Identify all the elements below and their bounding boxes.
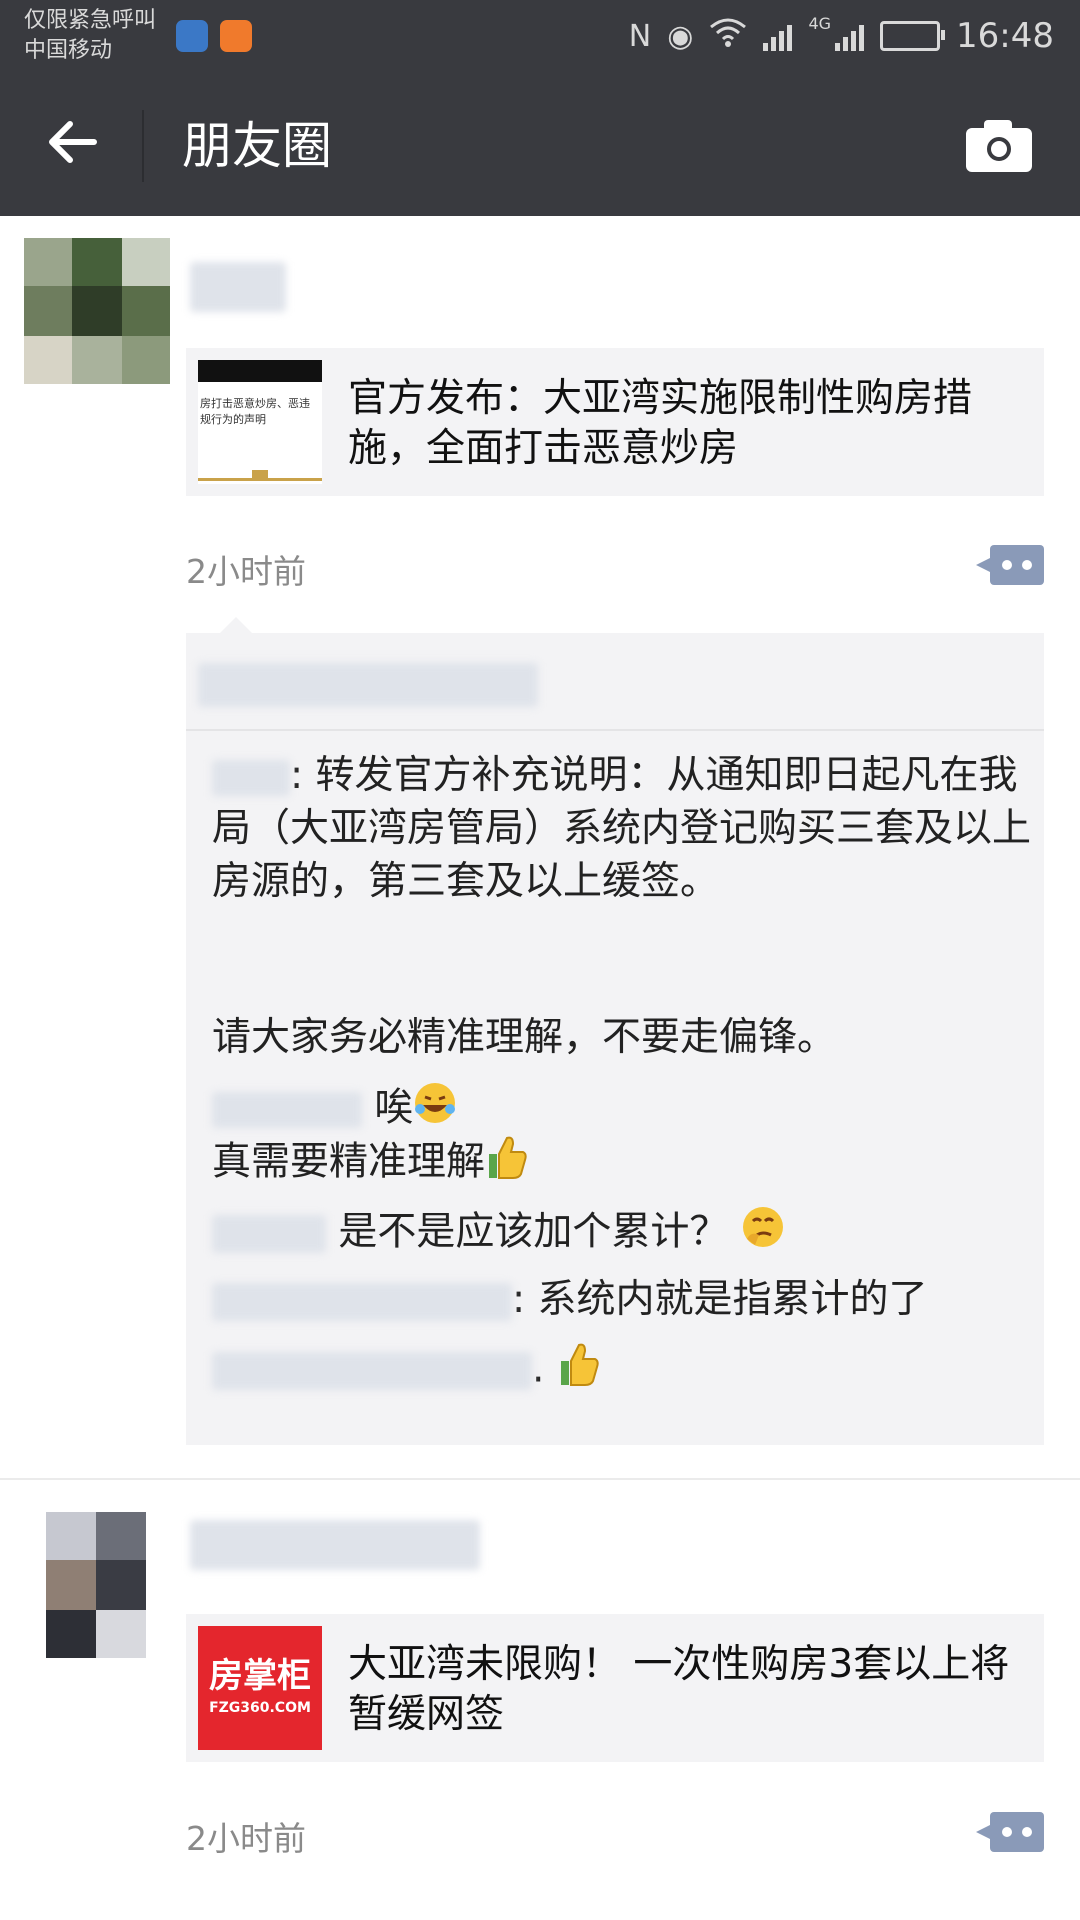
page-title: 朋友圈 xyxy=(182,117,332,175)
link-thumbnail: 房掌柜 FZG360.COM xyxy=(198,1626,322,1750)
comments-section: : 转发官方补充说明：从通知即日起凡在我局（大亚湾房管局）系统内登记购买三套及以… xyxy=(186,617,1044,1445)
link-card[interactable]: 房掌柜 FZG360.COM 大亚湾未限购！ 一次性购房3套以上将暂缓网签 xyxy=(186,1614,1044,1762)
wifi-icon xyxy=(709,17,747,55)
nav-bar: 朋友圈 xyxy=(0,76,1080,216)
more-icon[interactable] xyxy=(976,1812,1044,1852)
orange-app-icon xyxy=(220,20,252,52)
blurred-likes[interactable] xyxy=(198,663,538,707)
comment-item[interactable]: 真需要精准理解 xyxy=(212,1134,529,1194)
battery-icon xyxy=(880,21,946,51)
camera-icon[interactable] xyxy=(966,120,1032,172)
nav-separator xyxy=(142,110,144,182)
avatar[interactable] xyxy=(46,1512,146,1658)
link-title: 大亚湾未限购！ 一次性购房3套以上将暂缓网签 xyxy=(348,1642,1010,1737)
thumb-logo-domain: FZG360.COM xyxy=(209,1700,311,1716)
eye-icon: ◉ xyxy=(667,18,694,54)
blurred-username[interactable] xyxy=(190,262,286,312)
status-icons: N ◉ 4G 16:48 xyxy=(629,14,1054,58)
timestamp: 2小时前 xyxy=(186,1819,306,1858)
thumbs-up-icon xyxy=(557,1341,601,1401)
thumbs-up-icon xyxy=(485,1134,529,1194)
signal-icon-2 xyxy=(835,21,865,51)
shield-app-icon xyxy=(176,20,208,52)
comment-item[interactable]: 请大家务必精准理解，不要走偏锋。 xyxy=(212,1011,1032,1064)
carrier-info: 仅限紧急呼叫 中国移动 xyxy=(24,6,156,66)
more-icon[interactable] xyxy=(976,545,1044,585)
post-divider xyxy=(0,1478,1080,1480)
thumb-caption: 房打击恶意炒房、恶违规行为的声明 xyxy=(200,397,310,426)
thinking-face-icon xyxy=(741,1205,785,1263)
carrier-emergency: 仅限紧急呼叫 xyxy=(24,8,157,33)
comment-item[interactable]: . xyxy=(212,1341,601,1401)
comment-item[interactable]: 唉 xyxy=(212,1081,457,1139)
clock: 16:48 xyxy=(956,16,1054,56)
blurred-username[interactable] xyxy=(190,1520,480,1570)
laughing-crying-emoji-icon xyxy=(413,1081,457,1139)
nfc-icon: N xyxy=(628,18,652,54)
network-type: 4G xyxy=(808,14,832,33)
timestamp: 2小时前 xyxy=(186,552,306,591)
thumb-logo-text: 房掌柜 xyxy=(209,1656,311,1696)
carrier-name: 中国移动 xyxy=(24,38,113,63)
comment-item[interactable]: 是不是应该加个累计？ xyxy=(212,1205,785,1263)
arrow-left-icon[interactable] xyxy=(44,112,108,176)
comment-item[interactable]: : 转发官方补充说明：从通知即日起凡在我局（大亚湾房管局）系统内登记购买三套及以… xyxy=(212,749,1032,908)
comment-item[interactable]: : 系统内就是指累计的了 xyxy=(212,1273,928,1326)
link-card[interactable]: 房打击恶意炒房、恶违规行为的声明 官方发布：大亚湾实施限制性购房措施，全面打击恶… xyxy=(186,348,1044,496)
avatar[interactable] xyxy=(24,238,170,384)
signal-icon xyxy=(763,21,793,51)
link-title: 官方发布：大亚湾实施限制性购房措施，全面打击恶意炒房 xyxy=(348,376,973,471)
link-thumbnail: 房打击恶意炒房、恶违规行为的声明 xyxy=(198,360,322,484)
likes-divider xyxy=(186,729,1044,731)
status-bar: 仅限紧急呼叫 中国移动 N ◉ 4G 16:48 xyxy=(0,0,1080,76)
